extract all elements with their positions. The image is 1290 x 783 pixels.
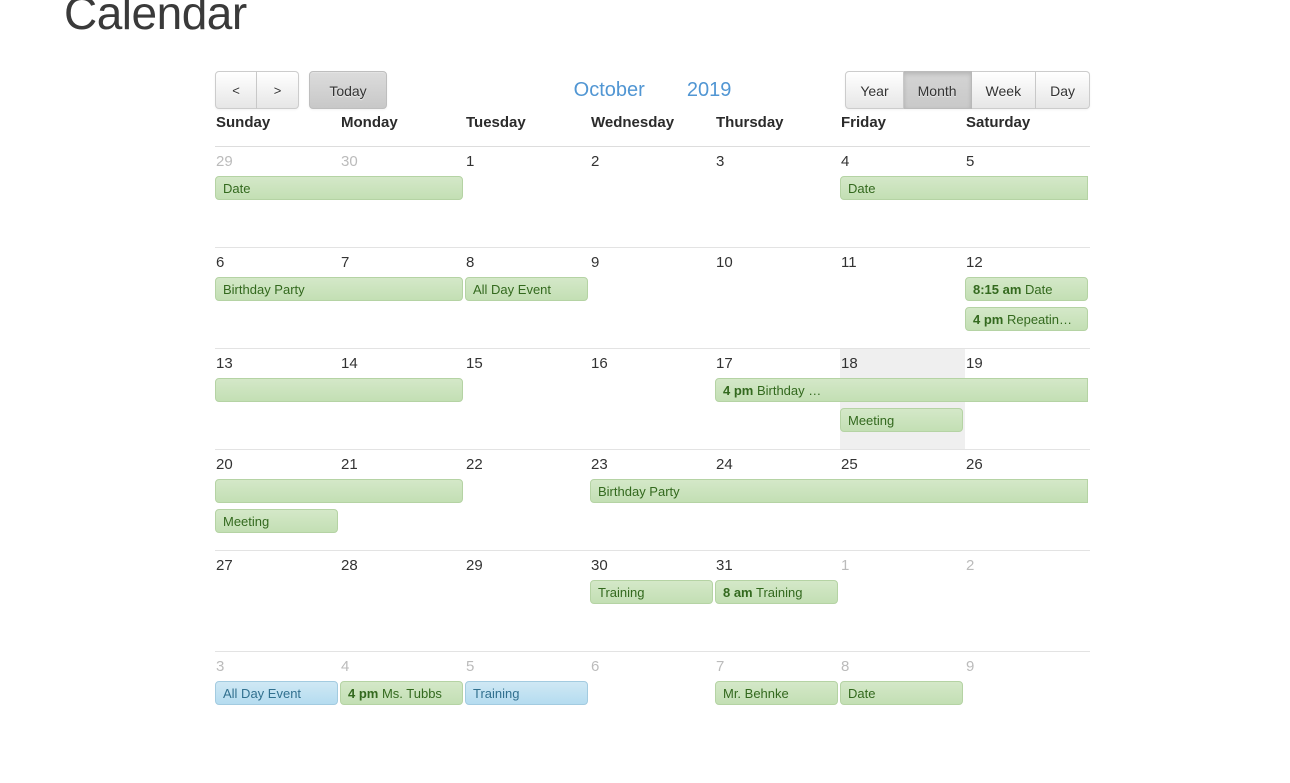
view-button-month[interactable]: Month — [903, 71, 972, 109]
calendar-event[interactable]: Birthday Party — [215, 277, 463, 301]
event-title: Birthday Party — [598, 484, 680, 499]
calendar-week-row: 29 30 1 2 3 4 5 Date Date — [215, 147, 1090, 248]
view-button-group: Year Month Week Day — [845, 71, 1090, 109]
event-title: Ms. Tubbs — [381, 686, 442, 701]
calendar-event[interactable] — [215, 378, 463, 402]
calendar-event[interactable]: Mr. Behnke — [714, 681, 838, 705]
event-title: Training — [598, 585, 645, 600]
event-title: Mr. Behnke — [722, 686, 789, 701]
day-of-week-header: Saturday — [966, 114, 1031, 131]
event-time: 8:15 am — [973, 282, 1022, 297]
calendar-week-row: 20 21 22 23 24 25 26 Birthday Party Meeting — [215, 450, 1090, 551]
event-title: Training — [756, 585, 803, 600]
event-time: 8 am — [722, 585, 753, 600]
event-title: Meeting — [848, 413, 895, 428]
calendar-weeks: 29 30 1 2 3 4 5 Date Date 6 7 8 9 10 11 12 Birthday Part… — [215, 147, 1090, 752]
calendar-event[interactable]: Birthday Party — [590, 479, 1088, 503]
event-title: Date — [1025, 282, 1053, 297]
calendar-grid: Sunday Monday Tuesday Wednesday Thursday Frid… — [215, 114, 1090, 752]
calendar-event[interactable]: Meeting — [215, 509, 338, 533]
calendar-week-row: 13 14 15 16 17 18 19 4 pm Birthday … Meeting — [215, 349, 1090, 450]
event-title: All Day Event — [223, 686, 302, 701]
view-button-day[interactable]: Day — [1036, 71, 1090, 109]
day-of-week-header: Sunday — [216, 114, 271, 131]
calendar-toolbar: < > Today October 2019 Year Month Week Da… — [215, 66, 1090, 114]
event-title: Date — [848, 686, 876, 701]
calendar-widget: < > Today October 2019 Year Month Week Da… — [215, 66, 1090, 752]
calendar-event[interactable]: 4 pm Birthday … — [714, 378, 1088, 402]
day-of-week-header: Monday — [341, 114, 398, 131]
day-of-week-header: Tuesday — [466, 114, 526, 131]
event-title: All Day Event — [472, 282, 552, 297]
day-of-week-header-row: Sunday Monday Tuesday Wednesday Thursday Frid… — [215, 114, 1090, 147]
calendar-event[interactable]: Date — [840, 681, 963, 705]
day-of-week-header: Friday — [841, 114, 887, 131]
page-title: Calendar — [64, 0, 247, 39]
calendar-event[interactable]: All Day Event — [215, 681, 338, 705]
calendar-event[interactable]: Date — [840, 176, 1088, 200]
event-title: Repeatin… — [1006, 312, 1073, 327]
calendar-event[interactable]: Meeting — [840, 408, 963, 432]
event-title: Date — [848, 181, 876, 196]
event-title: Meeting — [223, 514, 270, 529]
view-switcher: Year Month Week Day — [845, 71, 1090, 109]
calendar-event[interactable]: Date — [215, 176, 463, 200]
day-of-week-header: Wednesday — [591, 114, 675, 131]
prev-month-button[interactable]: < — [215, 71, 257, 109]
event-title: Training — [472, 686, 520, 701]
event-title: Birthday … — [756, 383, 822, 398]
prev-next-button-group: < > — [215, 71, 299, 109]
calendar-event[interactable]: 4 pm Ms. Tubbs — [339, 681, 463, 705]
calendar-week-row: 3 4 5 6 7 8 9 All Day Event 4 pm Ms. Tubbs Traini… — [215, 652, 1090, 752]
day-events-layer: Birthday Party Meeting — [215, 450, 1090, 550]
event-title: Birthday Party — [223, 282, 305, 297]
next-month-button[interactable]: > — [257, 71, 299, 109]
calendar-page: Calendar < > Today October 2019 Year Mont… — [0, 0, 1290, 783]
calendar-nav-group: < > Today — [215, 71, 387, 109]
day-events-layer: Training 8 am Training — [215, 551, 1090, 651]
event-time: 4 pm — [347, 686, 379, 701]
calendar-event[interactable]: Training — [590, 580, 713, 604]
calendar-event[interactable]: 4 pm Repeatin… — [965, 307, 1088, 331]
calendar-event[interactable]: 8:15 am Date — [965, 277, 1088, 301]
day-of-week-header: Thursday — [716, 114, 784, 131]
heading-month-link[interactable]: October — [574, 71, 645, 109]
view-button-year[interactable]: Year — [845, 71, 904, 109]
event-time: 4 pm — [973, 312, 1004, 327]
today-button[interactable]: Today — [309, 71, 387, 109]
event-title: Date — [223, 181, 251, 196]
day-events-layer: Birthday Party All Day Event 8:15 am Date 4… — [215, 248, 1090, 348]
heading-year-link[interactable]: 2019 — [687, 71, 732, 109]
calendar-event[interactable]: 8 am Training — [714, 580, 838, 604]
calendar-event[interactable] — [215, 479, 463, 503]
view-button-week[interactable]: Week — [971, 71, 1037, 109]
calendar-week-row: 6 7 8 9 10 11 12 Birthday Party All Day Event 8:1… — [215, 248, 1090, 349]
day-events-layer: Date Date — [215, 147, 1090, 247]
calendar-event[interactable]: All Day Event — [464, 277, 588, 301]
day-events-layer: 4 pm Birthday … Meeting — [215, 349, 1090, 449]
day-events-layer: All Day Event 4 pm Ms. Tubbs Training Mr. B… — [215, 652, 1090, 752]
calendar-week-row: 27 28 29 30 31 1 2 Training 8 am Training — [215, 551, 1090, 652]
calendar-event[interactable]: Training — [464, 681, 588, 705]
event-time: 4 pm — [722, 383, 754, 398]
